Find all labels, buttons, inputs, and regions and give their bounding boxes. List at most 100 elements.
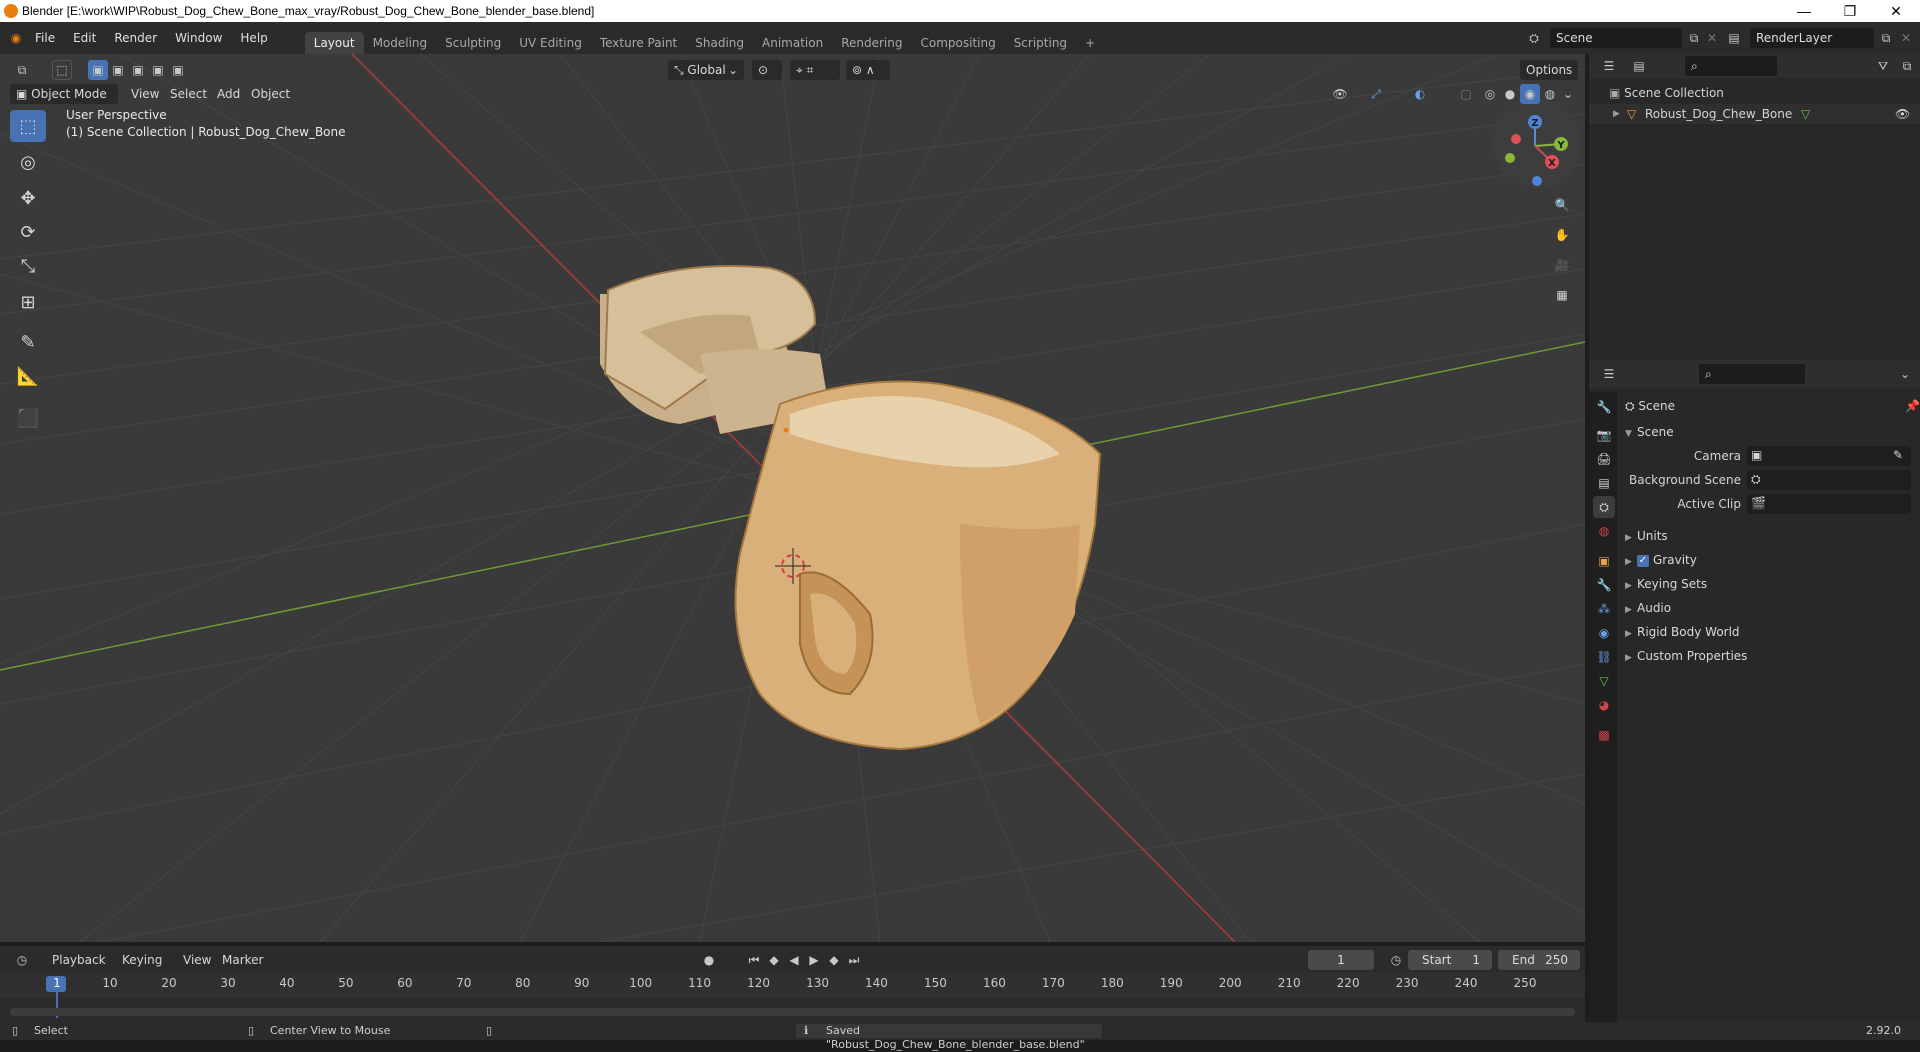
wireframe-shading-icon[interactable]: ◎: [1480, 84, 1500, 104]
select-mode-subtract-icon[interactable]: ▣: [128, 60, 148, 80]
tab-render[interactable]: 📷: [1593, 424, 1615, 446]
select-mode-invert-icon[interactable]: ▣: [148, 60, 168, 80]
subpanel-audio[interactable]: ▶ Audio: [1625, 598, 1920, 618]
preview-range-clock-icon[interactable]: ◷: [1386, 950, 1406, 970]
outliner-item-row[interactable]: ▶ ▽ Robust_Dog_Chew_Bone ▽ 👁: [1589, 104, 1920, 124]
tab-compositing[interactable]: Compositing: [911, 32, 1004, 54]
renderlayer-field[interactable]: RenderLayer: [1750, 28, 1874, 48]
tab-material[interactable]: ◕: [1593, 694, 1615, 716]
subpanel-custom-properties[interactable]: ▶ Custom Properties: [1625, 646, 1920, 666]
timeline-scrollbar[interactable]: [10, 1008, 1575, 1016]
tab-texture[interactable]: ▩: [1593, 724, 1615, 746]
visibility-dropdown-icon[interactable]: 👁: [1330, 84, 1350, 104]
measure-tool[interactable]: 📐: [10, 360, 46, 392]
prev-keyframe-icon[interactable]: ◆: [764, 950, 784, 970]
editor-type-icon[interactable]: ⧉: [12, 60, 32, 80]
add-workspace-button[interactable]: +: [1076, 32, 1104, 54]
filter-icon[interactable]: ⛛: [1873, 56, 1893, 76]
camera-view-button[interactable]: 🎥: [1549, 252, 1575, 278]
tab-uv-editing[interactable]: UV Editing: [510, 32, 591, 54]
select-box-tool[interactable]: ⬚: [10, 110, 46, 142]
new-collection-icon[interactable]: ⧉: [1897, 56, 1917, 76]
tab-shading[interactable]: Shading: [686, 32, 753, 54]
subpanel-keying-sets[interactable]: ▶ Keying Sets: [1625, 574, 1920, 594]
properties-options-chevron-icon[interactable]: ⌄: [1895, 364, 1915, 384]
tab-sculpting[interactable]: Sculpting: [436, 32, 510, 54]
dog-chew-bone-model[interactable]: [600, 264, 1102, 751]
pin-icon[interactable]: 📌: [1905, 396, 1920, 416]
navigation-gizmo[interactable]: [1493, 100, 1581, 188]
snap-toggle[interactable]: ⌖ ⌗: [790, 60, 840, 80]
select-tool-settings-icon[interactable]: ⬚: [52, 60, 72, 80]
tab-animation[interactable]: Animation: [753, 32, 832, 54]
scale-tool[interactable]: ⤡: [10, 250, 46, 282]
material-preview-shading-icon[interactable]: ◉: [1520, 84, 1540, 104]
properties-editor-type-icon[interactable]: ☰: [1599, 364, 1619, 384]
annotate-tool[interactable]: ✎: [10, 326, 46, 358]
end-frame-field[interactable]: End 250: [1498, 950, 1580, 970]
minimize-button[interactable]: —: [1781, 0, 1827, 22]
mode-dropdown[interactable]: ▣ Object Mode: [10, 84, 118, 104]
start-frame-field[interactable]: Start 1: [1408, 950, 1492, 970]
expand-triangle-icon[interactable]: ▶: [1613, 104, 1620, 124]
cursor-tool[interactable]: ◎: [10, 146, 46, 178]
tab-data[interactable]: ▽: [1593, 670, 1615, 692]
scene-collection-row[interactable]: ▣ Scene Collection: [1609, 84, 1724, 102]
menu-render[interactable]: Render: [105, 27, 166, 49]
jump-end-icon[interactable]: ⏭: [844, 950, 864, 970]
add-cube-tool[interactable]: ⬛: [10, 402, 46, 434]
gravity-checkbox[interactable]: ✓: [1637, 554, 1649, 567]
viewport-menu-view[interactable]: View: [131, 84, 159, 104]
pivot-point-dropdown[interactable]: ⊙: [752, 60, 782, 80]
next-keyframe-icon[interactable]: ◆: [824, 950, 844, 970]
eyedropper-icon[interactable]: ✎: [1893, 448, 1903, 462]
mesh-data-icon[interactable]: ▽: [1801, 104, 1810, 124]
shading-options-chevron-icon[interactable]: ⌄: [1558, 84, 1578, 104]
viewport-menu-select[interactable]: Select: [170, 84, 207, 104]
scene-browse-icon[interactable]: ⛭: [1524, 28, 1544, 48]
overlays-toggle-icon[interactable]: ◐: [1410, 84, 1430, 104]
menu-edit[interactable]: Edit: [64, 27, 105, 49]
display-mode-icon[interactable]: ▤: [1629, 56, 1649, 76]
subpanel-units[interactable]: ▶ Units: [1625, 526, 1920, 546]
background-scene-field[interactable]: ⛭: [1747, 470, 1911, 490]
timeline-menu-keying[interactable]: Keying: [122, 950, 162, 970]
scene-field[interactable]: Scene: [1550, 28, 1682, 48]
3d-viewport[interactable]: Z Y X ⧉ ⬚ ▣ ▣ ▣ ▣ ▣ ⤡ Global ⌄ ⊙ ⌖ ⌗ ⊚ ∧ …: [0, 54, 1585, 942]
move-tool[interactable]: ✥: [10, 182, 46, 214]
ortho-toggle-button[interactable]: ▦: [1549, 282, 1575, 308]
rendered-shading-icon[interactable]: ◍: [1540, 84, 1560, 104]
new-scene-icon[interactable]: ⧉: [1684, 28, 1704, 48]
delete-scene-icon[interactable]: ✕: [1702, 28, 1722, 48]
outliner-search-input[interactable]: ⌕: [1685, 56, 1777, 76]
close-button[interactable]: ✕: [1873, 0, 1919, 22]
tab-scripting[interactable]: Scripting: [1005, 32, 1076, 54]
menu-file[interactable]: File: [26, 27, 64, 49]
tab-modeling[interactable]: Modeling: [364, 32, 437, 54]
select-mode-intersect-icon[interactable]: ▣: [168, 60, 188, 80]
timeline-menu-marker[interactable]: Marker: [222, 950, 263, 970]
play-reverse-icon[interactable]: ◀: [784, 950, 804, 970]
menu-window[interactable]: Window: [166, 27, 231, 49]
visibility-eye-icon[interactable]: 👁: [1895, 104, 1910, 124]
options-dropdown[interactable]: Options: [1520, 60, 1578, 80]
tab-modifiers[interactable]: 🔧: [1593, 574, 1615, 596]
xray-toggle-icon[interactable]: ▢: [1456, 84, 1476, 104]
renderlayer-browse-icon[interactable]: ▤: [1724, 28, 1744, 48]
camera-field[interactable]: ▣ ✎: [1747, 446, 1911, 466]
current-frame-field[interactable]: 1: [1308, 950, 1374, 970]
select-mode-new-icon[interactable]: ▣: [88, 60, 108, 80]
new-renderlayer-icon[interactable]: ⧉: [1876, 28, 1896, 48]
menu-help[interactable]: Help: [231, 27, 276, 49]
tab-tool[interactable]: 🔧: [1593, 396, 1615, 418]
timeline-editor-type-icon[interactable]: ◷: [12, 950, 32, 970]
zoom-view-button[interactable]: 🔍: [1549, 192, 1575, 218]
record-icon[interactable]: ●: [699, 950, 719, 970]
jump-start-icon[interactable]: ⏮: [744, 950, 764, 970]
viewport-menu-add[interactable]: Add: [217, 84, 240, 104]
rotate-tool[interactable]: ⟳: [10, 216, 46, 248]
restore-button[interactable]: ❐: [1827, 0, 1873, 22]
tab-world[interactable]: ◍: [1593, 520, 1615, 542]
properties-search-input[interactable]: ⌕: [1699, 364, 1805, 384]
viewport-menu-object[interactable]: Object: [251, 84, 290, 104]
